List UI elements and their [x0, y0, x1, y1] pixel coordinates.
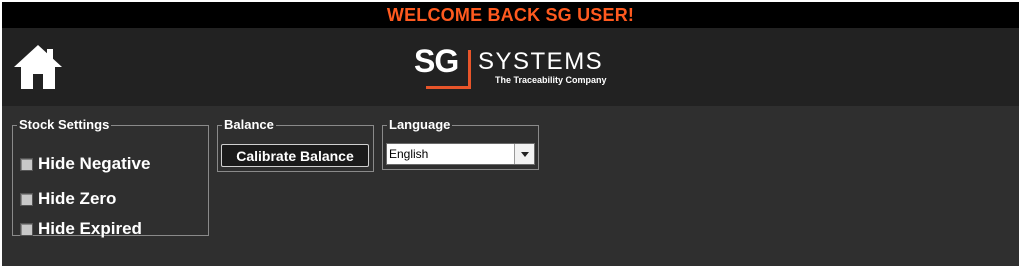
language-select[interactable]: English	[386, 143, 535, 165]
logo-bracket	[456, 50, 471, 89]
dropdown-arrow-button[interactable]	[514, 144, 534, 164]
language-selected-value: English	[389, 147, 429, 161]
hide-zero-checkbox[interactable]	[20, 192, 33, 206]
stock-settings-group: Stock Settings Hide Negative Hide Zero H…	[12, 117, 209, 239]
hide-negative-label: Hide Negative	[38, 154, 151, 173]
hide-expired-checkbox[interactable]	[20, 222, 33, 236]
chevron-down-icon	[521, 152, 529, 157]
home-button[interactable]	[12, 43, 64, 91]
balance-legend: Balance	[224, 117, 274, 132]
header: SG SYSTEMS The Traceability Company	[2, 28, 1019, 106]
company-logo: SG SYSTEMS The Traceability Company	[414, 43, 624, 93]
logo-systems: SYSTEMS	[478, 48, 604, 75]
hide-zero-label: Hide Zero	[38, 189, 117, 208]
hide-zero-option[interactable]: Hide Zero	[20, 189, 116, 209]
welcome-bar: WELCOME BACK SG USER!	[2, 2, 1019, 28]
welcome-message: WELCOME BACK SG USER!	[386, 4, 635, 25]
hide-expired-option[interactable]: Hide Expired	[20, 219, 142, 239]
logo-sg: SG	[414, 43, 459, 79]
hide-expired-label: Hide Expired	[38, 219, 142, 238]
calibrate-balance-button[interactable]: Calibrate Balance	[221, 144, 369, 167]
hide-negative-option[interactable]: Hide Negative	[20, 154, 150, 174]
app-frame: WELCOME BACK SG USER! SG SYSTEMS The Tra…	[2, 2, 1019, 266]
language-legend: Language	[389, 117, 451, 132]
balance-group: Balance Calibrate Balance	[217, 118, 374, 172]
logo-bracket-bottom	[426, 86, 471, 89]
stock-settings-legend: Stock Settings	[19, 117, 110, 132]
hide-negative-checkbox[interactable]	[20, 157, 33, 171]
language-group: Language English	[382, 118, 539, 170]
home-icon	[14, 45, 62, 89]
logo-tagline: The Traceability Company	[495, 75, 607, 85]
